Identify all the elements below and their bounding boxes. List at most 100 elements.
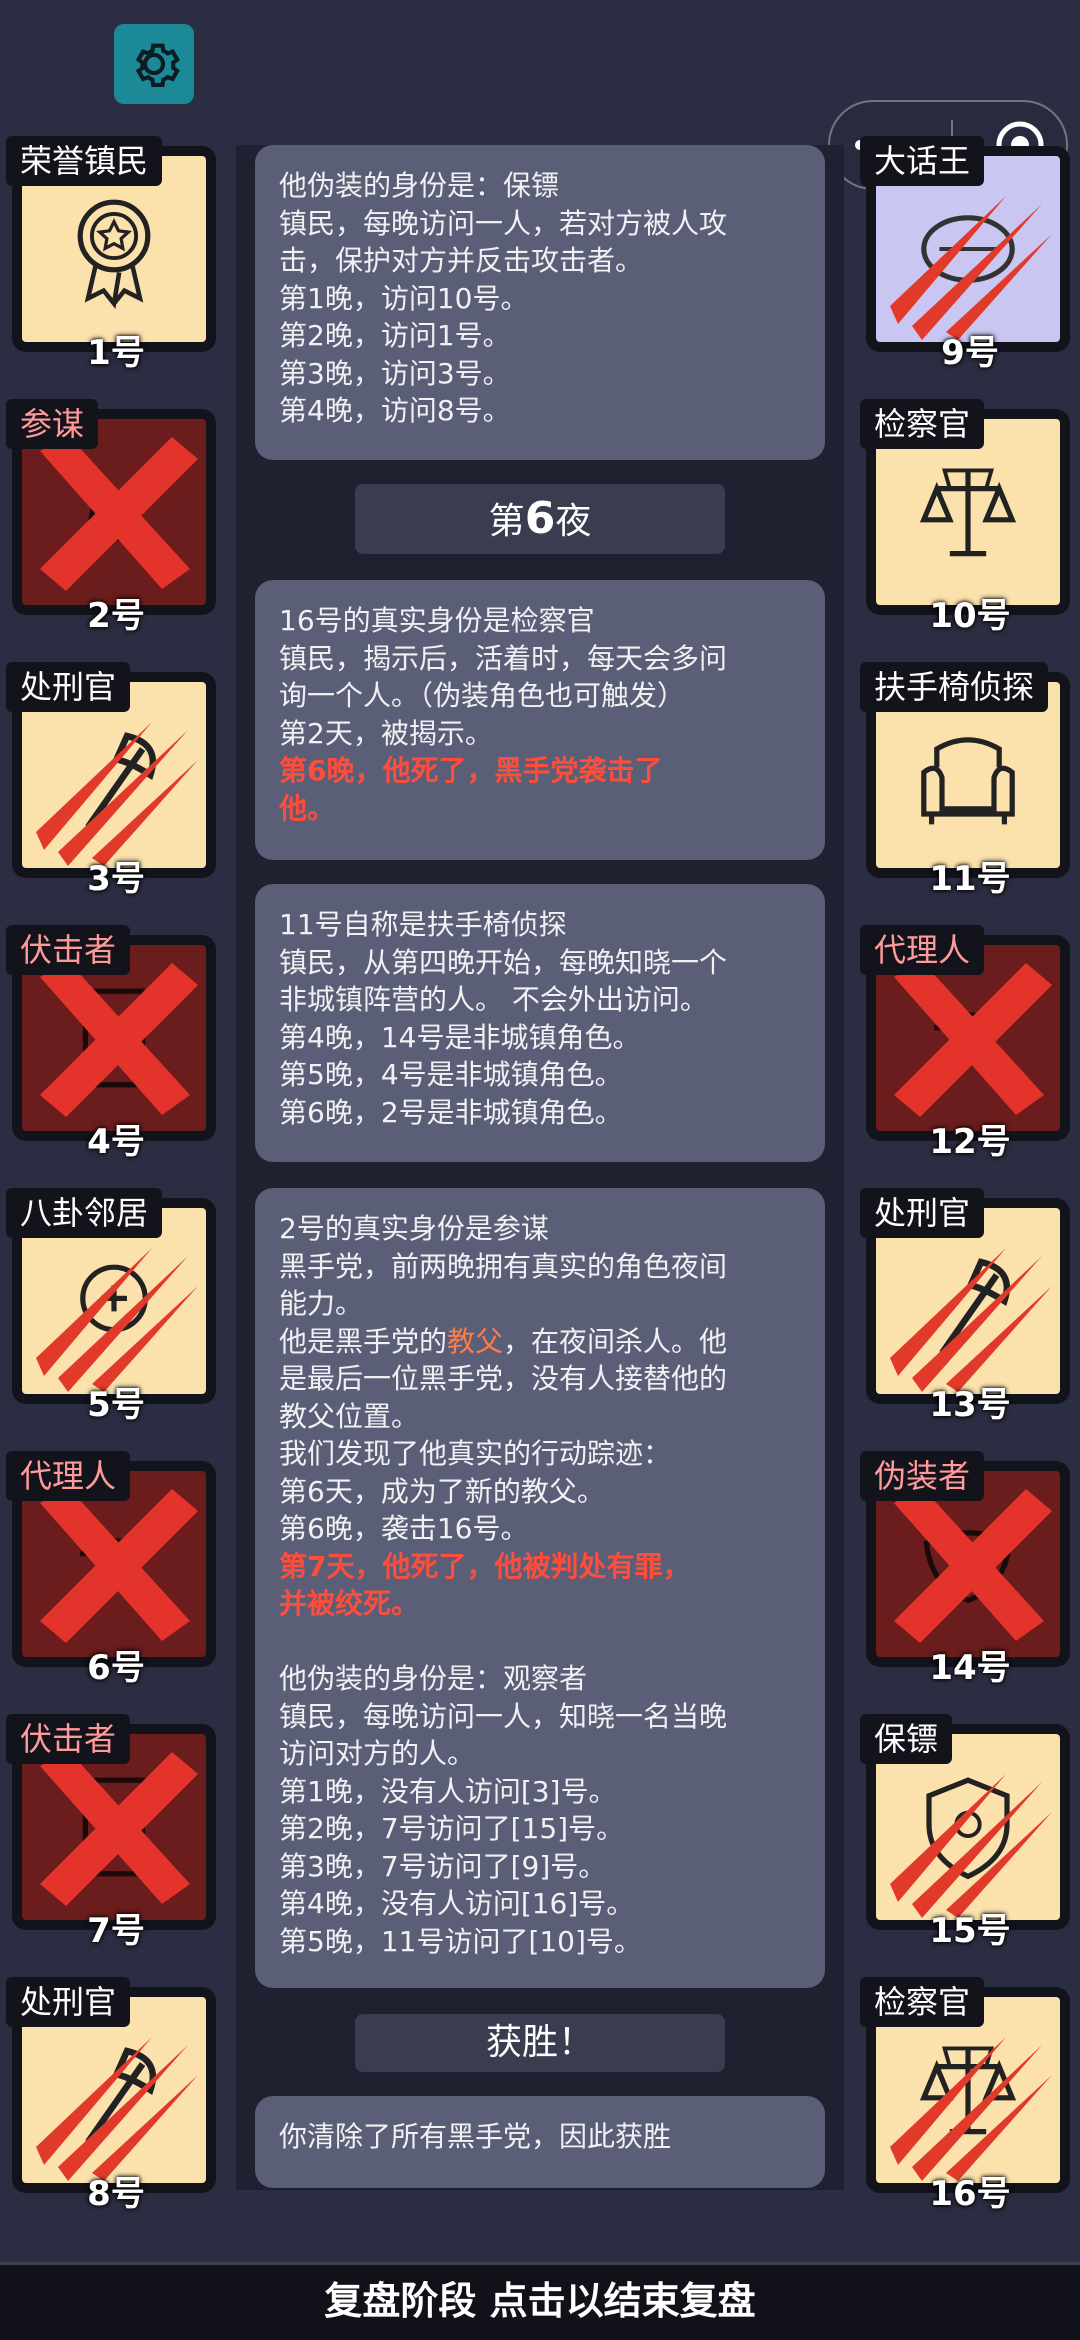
phase-number: 6 <box>524 493 556 544</box>
log-line: 能力。 <box>279 1287 364 1320</box>
player-role-label: 处刑官 <box>6 1977 131 2027</box>
log-line: 他是黑手党的教父，在夜间杀人。他 <box>279 1323 801 1361</box>
log-line: 他伪装的身份是：保镖 <box>279 169 560 202</box>
log-text: ，在夜间杀人。他 <box>503 1324 728 1358</box>
log-line: 第4晚，访问8号。 <box>279 394 511 427</box>
log-line: 他伪装的身份是：观察者 <box>279 1662 588 1695</box>
log-line: 第5晚，4号是非城镇角色。 <box>279 1058 623 1091</box>
end-review-button[interactable]: 复盘阶段 点击以结束复盘 <box>0 2262 1080 2340</box>
player-card-9[interactable]: 大话王 9号 <box>860 100 1070 373</box>
player-number: 3号 <box>87 859 145 899</box>
log-line: 镇民，揭示后，活着时，每天会多问 <box>279 641 728 675</box>
log-line: 黑手党，前两晚拥有真实的角色夜间 <box>279 1249 728 1283</box>
log-line: 访问对方的人。 <box>279 1737 476 1770</box>
player-role-label: 保镖 <box>860 1714 953 1764</box>
log-line: 第1晚，访问10号。 <box>279 281 529 315</box>
log-line: 镇民，每晚访问一人，若对方被人攻 <box>279 206 728 240</box>
settings-button[interactable] <box>114 24 194 104</box>
player-role-label: 代理人 <box>860 925 985 975</box>
armchair-icon <box>921 737 1015 825</box>
log-line: 第2天，被揭示。 <box>279 716 493 750</box>
death-note: 并被绞死。 <box>279 1587 420 1620</box>
player-card-14[interactable]: 伪装者 14号 <box>860 1415 1070 1688</box>
log-message: 你清除了所有黑手党，因此获胜 <box>255 2096 825 2188</box>
phase-prefix: 第 <box>488 501 525 542</box>
player-role-label: 处刑官 <box>6 662 131 712</box>
player-number: 14号 <box>929 1648 1011 1688</box>
log-line: 第3晚，访问3号。 <box>279 356 511 390</box>
player-role-label: 代理人 <box>6 1451 131 1501</box>
player-card-1[interactable]: 荣誉镇民 1号 <box>6 100 216 373</box>
player-number: 8号 <box>87 2174 145 2214</box>
log-line: 询一个人。（伪装角色也可触发） <box>279 679 686 712</box>
death-note: 他。 <box>279 791 336 825</box>
player-number: 13号 <box>929 1385 1011 1425</box>
log-line: 第1晚，没有人访问[3]号。 <box>279 1774 617 1808</box>
log-message: 11号自称是扶手椅侦探 镇民，从第四晚开始，每晚知晓一个 非城镇阵营的人。 不会… <box>255 884 825 1162</box>
night-phase-header: 第6夜 <box>355 484 725 554</box>
log-line: 16号的真实身份是检察官 <box>279 604 595 637</box>
log-line: 非城镇阵营的人。 不会外出访问。 <box>279 983 708 1016</box>
player-number: 10号 <box>929 596 1011 636</box>
player-number: 12号 <box>929 1122 1011 1162</box>
player-card-15[interactable]: 保镖 15号 <box>860 1678 1070 1951</box>
player-role-label: 荣誉镇民 <box>6 136 163 186</box>
medal-icon <box>77 199 151 309</box>
player-role-label: 处刑官 <box>860 1188 985 1238</box>
log-line: 你清除了所有黑手党，因此获胜 <box>279 2120 672 2153</box>
player-number: 5号 <box>87 1385 145 1425</box>
player-number: 15号 <box>929 1911 1011 1951</box>
log-line: 镇民，从第四晚开始，每晚知晓一个 <box>279 945 728 979</box>
player-card-12[interactable]: 代理人 12号 <box>860 889 1070 1162</box>
player-role-label: 检察官 <box>860 399 985 449</box>
log-line: 是最后一位黑手党，没有人接替他的 <box>279 1362 728 1395</box>
godfather-highlight: 教父 <box>447 1324 504 1358</box>
log-line: 第6天，成为了新的教父。 <box>279 1474 605 1508</box>
phase-suffix: 夜 <box>555 501 592 542</box>
log-line: 第2晚，访问1号。 <box>279 319 511 352</box>
player-number: 2号 <box>87 596 145 636</box>
victory-header: 获胜！ <box>355 2014 725 2072</box>
player-number: 7号 <box>87 1911 145 1951</box>
log-line: 我们发现了他真实的行动踪迹： <box>279 1437 672 1470</box>
log-line: 第5晚，11号访问了[10]号。 <box>279 1924 642 1958</box>
player-card-8[interactable]: 处刑官 8号 <box>6 1941 216 2214</box>
player-number: 6号 <box>87 1648 145 1688</box>
player-card-11[interactable]: 扶手椅侦探 11号 <box>860 626 1070 899</box>
player-card-4[interactable]: 伏击者 4号 <box>6 889 216 1162</box>
log-line: 第6晚，袭击16号。 <box>279 1512 529 1545</box>
log-line: 11号自称是扶手椅侦探 <box>279 908 567 941</box>
log-line: 第4晚，14号是非城镇角色。 <box>279 1020 641 1054</box>
death-note: 第6晚，他死了，黑手党袭击了 <box>279 754 663 787</box>
victory-label: 获胜！ <box>485 2022 594 2063</box>
player-role-label: 伏击者 <box>6 1714 131 1764</box>
player-number: 11号 <box>929 859 1011 899</box>
log-line: 第3晚，7号访问了[9]号。 <box>279 1849 607 1883</box>
player-card-5[interactable]: 八卦邻居 5号 <box>6 1152 216 1425</box>
player-card-2[interactable]: 参谋 2号 <box>6 363 216 636</box>
player-role-label: 参谋 <box>6 399 99 449</box>
player-card-3[interactable]: 处刑官 3号 <box>6 626 216 899</box>
log-line: 2号的真实身份是参谋 <box>279 1212 549 1245</box>
player-role-label: 伏击者 <box>6 925 131 975</box>
player-card-16[interactable]: 检察官 16号 <box>860 1941 1070 2214</box>
scales-icon <box>919 468 1017 557</box>
gear-icon <box>135 43 180 87</box>
player-number: 9号 <box>941 333 999 373</box>
player-card-6[interactable]: 代理人 6号 <box>6 1415 216 1688</box>
log-message: 2号的真实身份是参谋 黑手党，前两晚拥有真实的角色夜间 能力。 他是黑手党的教父… <box>255 1188 825 1988</box>
log-line: 第4晚，没有人访问[16]号。 <box>279 1887 635 1920</box>
player-role-label: 扶手椅侦探 <box>860 662 1049 712</box>
player-card-10[interactable]: 检察官 10号 <box>860 363 1070 636</box>
end-review-label: 复盘阶段 点击以结束复盘 <box>324 2279 756 2323</box>
death-note: 第7天，他死了，他被判处有罪， <box>279 1549 691 1583</box>
player-number: 1号 <box>87 333 145 373</box>
player-role-label: 八卦邻居 <box>6 1188 163 1238</box>
player-card-7[interactable]: 伏击者 7号 <box>6 1678 216 1951</box>
player-number: 4号 <box>87 1122 145 1162</box>
log-line: 镇民，每晚访问一人，知晓一名当晚 <box>279 1699 728 1733</box>
player-number: 16号 <box>929 2174 1011 2214</box>
player-card-13[interactable]: 处刑官 13号 <box>860 1152 1070 1425</box>
log-line: 第2晚，7号访问了[15]号。 <box>279 1812 625 1845</box>
